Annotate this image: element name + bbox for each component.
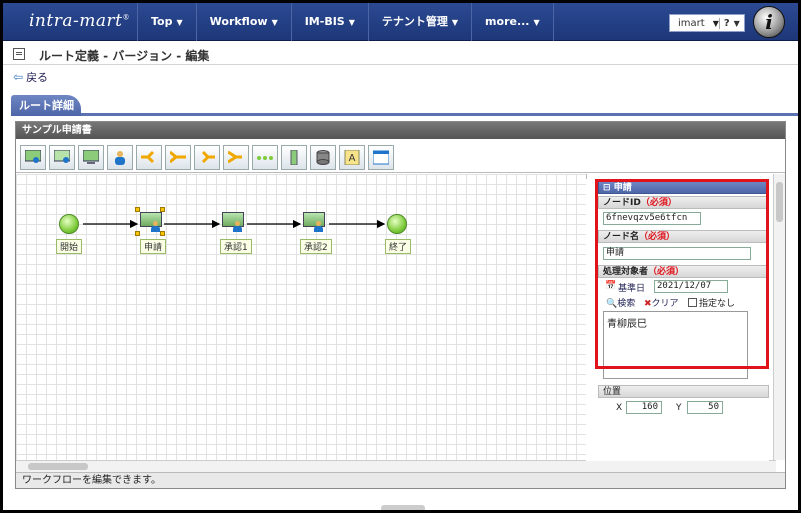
- tab-bar: ルート詳細: [11, 93, 798, 116]
- tab-route-detail[interactable]: ルート詳細: [11, 95, 81, 116]
- target-label: 処理対象者（必須）: [598, 265, 769, 278]
- connectors: [83, 219, 386, 229]
- y-label: Y: [676, 403, 682, 413]
- x-field[interactable]: 160: [626, 401, 662, 414]
- menu-more[interactable]: more... ▼: [471, 3, 554, 41]
- chevron-down-icon: ▼: [176, 18, 183, 27]
- properties-title: ⊟ 申請: [598, 181, 769, 194]
- node-name-field[interactable]: 申請: [603, 247, 751, 260]
- top-navigation: intra-mart® Top ▼ Workflow ▼ IM-BIS ▼ テナント管…: [3, 3, 798, 41]
- workflow-node-end[interactable]: [387, 214, 407, 234]
- end-circle-icon: [387, 214, 407, 234]
- chevron-down-icon: ▼: [271, 18, 278, 27]
- selection-handle[interactable]: [135, 207, 140, 212]
- selection-handle[interactable]: [160, 231, 165, 236]
- menu-top[interactable]: Top ▼: [137, 3, 196, 41]
- back-link[interactable]: ⇦ 戻る: [13, 69, 48, 85]
- system-node-tool[interactable]: [78, 145, 104, 170]
- position-label: 位置: [598, 385, 769, 398]
- help-button[interactable]: ? ▼: [718, 17, 744, 29]
- svg-text:A: A: [349, 153, 356, 164]
- chevron-down-icon: ▼: [451, 18, 459, 27]
- collapse-icon[interactable]: ⊟: [603, 183, 614, 193]
- chevron-down-icon: ▼: [348, 18, 355, 27]
- x-label: X: [616, 403, 623, 413]
- user-menu[interactable]: imart ▼ ? ▼: [669, 14, 745, 32]
- selection-handle[interactable]: [135, 231, 140, 236]
- chevron-down-icon: ▼: [533, 18, 540, 27]
- start-circle-icon: [59, 214, 79, 234]
- node-label-end: 終了: [385, 239, 412, 254]
- node-label-apply: 申請: [140, 239, 167, 254]
- globe-logo-icon[interactable]: i: [753, 6, 785, 38]
- node-label-approve2: 承認2: [300, 239, 332, 254]
- horizontal-scrollbar[interactable]: [16, 460, 776, 472]
- merge-tool[interactable]: [165, 145, 191, 170]
- search-icon: 🔍: [606, 299, 618, 309]
- bottom-handle[interactable]: [381, 505, 425, 510]
- menu-im-bis[interactable]: IM-BIS ▼: [290, 3, 368, 41]
- node-label-approve1: 承認1: [220, 239, 252, 254]
- approve-node-tool[interactable]: [49, 145, 75, 170]
- node-properties-pane: ⊟ 申請 ノードID（必須） 6fnevqzv5e6tfcn ノード名（必須） …: [586, 179, 769, 461]
- selection-handle[interactable]: [160, 207, 165, 212]
- user-node-tool[interactable]: [107, 145, 133, 170]
- workflow-node-start[interactable]: [59, 214, 79, 234]
- base-date-label: 基準日: [618, 284, 646, 294]
- y-field[interactable]: 50: [687, 401, 723, 414]
- start-node-tool[interactable]: [20, 145, 46, 170]
- clear-button[interactable]: ✖クリア: [644, 296, 679, 309]
- page-title: ルート定義 - バージョン - 編集: [39, 49, 210, 63]
- approval-node-icon: [222, 212, 244, 232]
- menu-tenant[interactable]: テナント管理 ▼: [367, 3, 471, 41]
- workflow-node-approve2[interactable]: [303, 212, 325, 232]
- split-tool[interactable]: [194, 145, 220, 170]
- document-icon: [13, 48, 25, 60]
- status-bar: ワークフローを編集できます。: [16, 472, 785, 488]
- branch-tool[interactable]: [136, 145, 162, 170]
- user-name[interactable]: imart: [670, 18, 709, 29]
- assignee-list[interactable]: 青柳辰巳: [603, 311, 748, 379]
- calendar-icon[interactable]: 📅: [605, 281, 616, 291]
- menu-workflow[interactable]: Workflow ▼: [195, 3, 291, 41]
- intra-mart-logo[interactable]: intra-mart®: [29, 11, 130, 31]
- base-date-field[interactable]: 2021/12/07: [654, 280, 728, 293]
- approval-node-icon: [303, 212, 325, 232]
- node-id-field[interactable]: 6fnevqzv5e6tfcn: [603, 212, 701, 225]
- main-menu: Top ▼ Workflow ▼ IM-BIS ▼ テナント管理 ▼ more... ▼: [137, 3, 554, 41]
- join-tool[interactable]: [223, 145, 249, 170]
- clear-icon: ✖: [644, 299, 652, 309]
- node-id-label: ノードID（必須）: [598, 196, 769, 209]
- page-header: ルート定義 - バージョン - 編集: [3, 43, 798, 65]
- node-name-label: ノード名（必須）: [598, 230, 769, 243]
- none-checkbox[interactable]: 指定なし: [688, 296, 735, 309]
- approval-node-icon: [140, 212, 162, 232]
- text-tool[interactable]: A: [339, 145, 365, 170]
- workflow-node-approve1[interactable]: [222, 212, 244, 232]
- vertical-tool[interactable]: [281, 145, 307, 170]
- vertical-scrollbar[interactable]: [773, 174, 785, 460]
- window-tool[interactable]: [368, 145, 394, 170]
- workflow-canvas[interactable]: 開始 申請 承認1 承認2 終了: [16, 174, 587, 460]
- node-toolbar: A: [16, 139, 785, 173]
- node-label-start: 開始: [56, 239, 83, 254]
- workflow-node-apply[interactable]: [140, 212, 162, 232]
- database-tool[interactable]: [310, 145, 336, 170]
- back-label: 戻る: [26, 71, 49, 84]
- back-arrow-icon: ⇦: [13, 70, 24, 84]
- dummy-node-tool[interactable]: [252, 145, 278, 170]
- search-button[interactable]: 🔍検索: [606, 296, 635, 309]
- panel-title: サンプル申請書: [16, 122, 785, 139]
- app-window: intra-mart® Top ▼ Workflow ▼ IM-BIS ▼ テナント管…: [3, 3, 798, 510]
